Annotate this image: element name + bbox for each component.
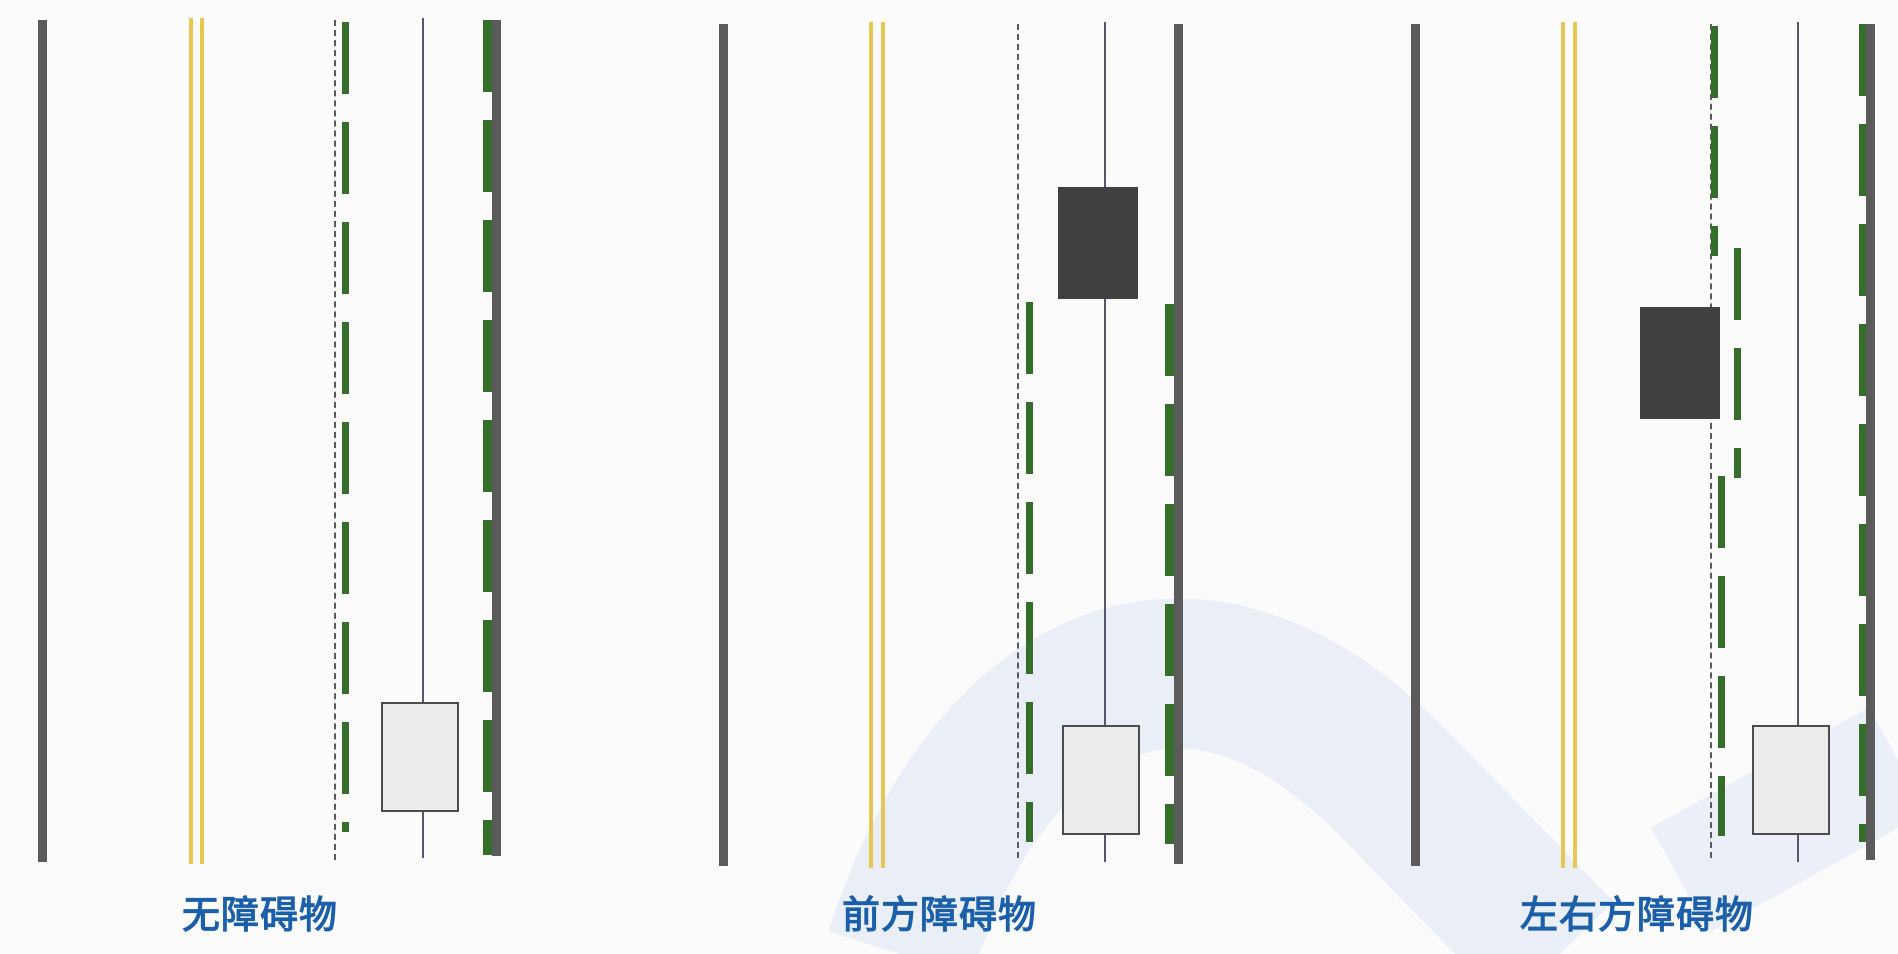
left-road-edge — [1411, 24, 1420, 866]
center-double-yellow-line-2 — [1573, 22, 1577, 868]
scene-caption: 左右方障碍物 — [1520, 893, 1755, 937]
right-road-edge — [1866, 24, 1875, 860]
planned-lane-boundary-shifted — [1734, 248, 1741, 478]
ego-vehicle — [1752, 725, 1830, 835]
planned-lane-boundary-left-lower — [1718, 476, 1725, 836]
side-obstacle — [1640, 307, 1720, 419]
scene-side-obstacle: 左右方障碍物 — [0, 0, 1898, 954]
planned-lane-boundary-left-upper — [1711, 26, 1718, 256]
center-double-yellow-line — [1561, 22, 1565, 868]
